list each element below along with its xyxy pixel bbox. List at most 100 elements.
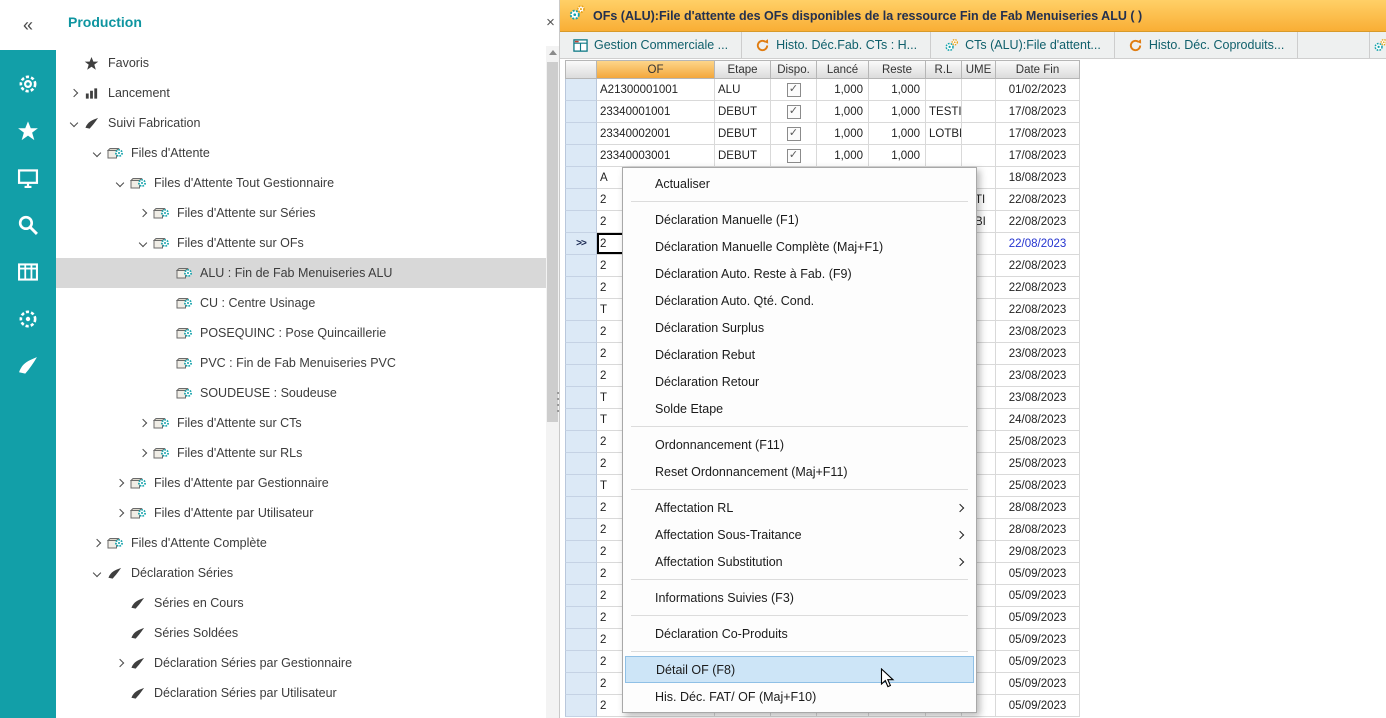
cell-selector[interactable] [565,365,597,387]
search-icon[interactable] [8,205,48,245]
columns-icon[interactable] [8,252,48,292]
tree-item-s-ries-sold-es[interactable]: Séries Soldées [56,618,546,648]
tree-item-posequinc-pose-quincaillerie[interactable]: POSEQUINC : Pose Quincaillerie [56,318,546,348]
cell-selector[interactable] [565,519,597,541]
chevron-right-icon[interactable] [89,540,105,546]
chevron-right-icon[interactable] [112,660,128,666]
cell-selector[interactable] [565,299,597,321]
column-header-r-l[interactable]: R.L [926,60,962,79]
chevron-down-icon[interactable] [89,570,105,576]
tree-item-d-claration-s-ries-par-utilisateur[interactable]: Déclaration Séries par Utilisateur [56,678,546,708]
nav-scrollbar[interactable] [546,46,559,718]
cell-selector[interactable] [565,453,597,475]
cell-selector[interactable] [565,343,597,365]
grid-row[interactable]: 23340003001DEBUT✓1,0001,00017/08/2023 [565,145,1080,167]
menu-item-d-tail-of-f8[interactable]: Détail OF (F8) [625,656,974,683]
workstations-icon[interactable] [8,158,48,198]
cell-selector[interactable] [565,475,597,497]
tree-item-soudeuse-soudeuse[interactable]: SOUDEUSE : Soudeuse [56,378,546,408]
menu-item-d-claration-manuelle-compl-te-maj-f1[interactable]: Déclaration Manuelle Complète (Maj+F1) [623,233,976,260]
cell-selector[interactable] [565,607,597,629]
tree-item-d-claration-s-ries[interactable]: Déclaration Séries [56,558,546,588]
tree-item-cu-centre-usinage[interactable]: CU : Centre Usinage [56,288,546,318]
production-icon[interactable] [8,346,48,386]
tree-item-suivi-fabrication[interactable]: Suivi Fabrication [56,108,546,138]
close-panel-button[interactable]: × [543,15,558,31]
chevron-right-icon[interactable] [112,510,128,516]
cell-selector[interactable] [565,497,597,519]
menu-item-affectation-sous-traitance[interactable]: Affectation Sous-Traitance [623,521,976,548]
menu-item-ordonnancement-f11[interactable]: Ordonnancement (F11) [623,431,976,458]
tab-histo-d-c-fab-cts-h[interactable]: Histo. Déc.Fab. CTs : H... [742,32,931,58]
modules-icon[interactable] [8,64,48,104]
splitter-grip[interactable] [557,392,559,412]
menu-item-d-claration-surplus[interactable]: Déclaration Surplus [623,314,976,341]
favorites-icon[interactable] [8,111,48,151]
cell-selector[interactable]: >> [565,233,597,255]
menu-item-d-claration-co-produits[interactable]: Déclaration Co-Produits [623,620,976,647]
tab-partial[interactable] [1369,32,1386,58]
tree-item-files-d-attente-sur-rls[interactable]: Files d'Attente sur RLs [56,438,546,468]
chevron-down-icon[interactable] [89,150,105,156]
column-header-of[interactable]: OF [597,60,715,79]
cell-selector[interactable] [565,629,597,651]
cell-selector[interactable] [565,409,597,431]
settings-icon[interactable] [8,299,48,339]
chevron-right-icon[interactable] [135,210,151,216]
tree-item-files-d-attente-sur-ofs[interactable]: Files d'Attente sur OFs [56,228,546,258]
grid-row[interactable]: 23340002001DEBUT✓1,0001,000LOTBI17/08/20… [565,123,1080,145]
scroll-up-button[interactable] [546,46,559,59]
cell-selector[interactable] [565,255,597,277]
menu-item-d-claration-auto-qt-cond[interactable]: Déclaration Auto. Qté. Cond. [623,287,976,314]
menu-item-informations-suivies-f3[interactable]: Informations Suivies (F3) [623,584,976,611]
chevron-right-icon[interactable] [135,450,151,456]
menu-item-reset-ordonnancement-maj-f11[interactable]: Reset Ordonnancement (Maj+F11) [623,458,976,485]
column-header-selector[interactable] [565,60,597,79]
cell-selector[interactable] [565,387,597,409]
dispo-checkbox[interactable]: ✓ [787,149,801,163]
chevron-right-icon[interactable] [66,90,82,96]
tab-cts-alu-file-d-attent[interactable]: CTs (ALU):File d'attent... [931,32,1115,58]
menu-item-d-claration-rebut[interactable]: Déclaration Rebut [623,341,976,368]
tree-item-favoris[interactable]: Favoris [56,48,546,78]
tree-item-files-d-attente-sur-s-ries[interactable]: Files d'Attente sur Séries [56,198,546,228]
tree-item-files-d-attente-tout-gestionnaire[interactable]: Files d'Attente Tout Gestionnaire [56,168,546,198]
chevron-down-icon[interactable] [112,180,128,186]
cell-selector[interactable] [565,651,597,673]
cell-selector[interactable] [565,167,597,189]
cell-selector[interactable] [565,585,597,607]
cell-selector[interactable] [565,673,597,695]
column-header-date-fin[interactable]: Date Fin [996,60,1080,79]
cell-selector[interactable] [565,79,597,101]
cell-selector[interactable] [565,695,597,717]
tree-item-pvc-fin-de-fab-menuiseries-pvc[interactable]: PVC : Fin de Fab Menuiseries PVC [56,348,546,378]
scrollbar-thumb[interactable] [547,62,558,422]
tree-item-alu-fin-de-fab-menuiseries-alu[interactable]: ALU : Fin de Fab Menuiseries ALU [56,258,546,288]
menu-item-affectation-substitution[interactable]: Affectation Substitution [623,548,976,575]
cell-selector[interactable] [565,563,597,585]
grid-row[interactable]: A21300001001ALU✓1,0001,00001/02/2023 [565,79,1080,101]
menu-item-actualiser[interactable]: Actualiser [623,170,976,197]
cell-selector[interactable] [565,431,597,453]
tab-histo-d-c-coproduits[interactable]: Histo. Déc. Coproduits... [1115,32,1298,58]
tree-item-d-claration-s-ries-par-gestionnaire[interactable]: Déclaration Séries par Gestionnaire [56,648,546,678]
menu-item-d-claration-retour[interactable]: Déclaration Retour [623,368,976,395]
dispo-checkbox[interactable]: ✓ [787,127,801,141]
cell-selector[interactable] [565,145,597,167]
menu-item-solde-etape[interactable]: Solde Etape [623,395,976,422]
cell-selector[interactable] [565,541,597,563]
cell-selector[interactable] [565,189,597,211]
cell-selector[interactable] [565,211,597,233]
column-header-etape[interactable]: Etape [715,60,771,79]
chevron-right-icon[interactable] [112,480,128,486]
tree-item-s-ries-en-cours[interactable]: Séries en Cours [56,588,546,618]
menu-item-his-d-c-fat-of-maj-f10[interactable]: His. Déc. FAT/ OF (Maj+F10) [623,683,976,710]
cell-selector[interactable] [565,123,597,145]
tab-gestion-commerciale[interactable]: Gestion Commerciale ... [560,32,742,58]
collapse-panel-button[interactable]: « [0,0,56,50]
dispo-checkbox[interactable]: ✓ [787,83,801,97]
menu-item-d-claration-manuelle-f1[interactable]: Déclaration Manuelle (F1) [623,206,976,233]
tree-item-files-d-attente[interactable]: Files d'Attente [56,138,546,168]
column-header-lanc[interactable]: Lancé [817,60,869,79]
column-header-dispo[interactable]: Dispo. [771,60,817,79]
